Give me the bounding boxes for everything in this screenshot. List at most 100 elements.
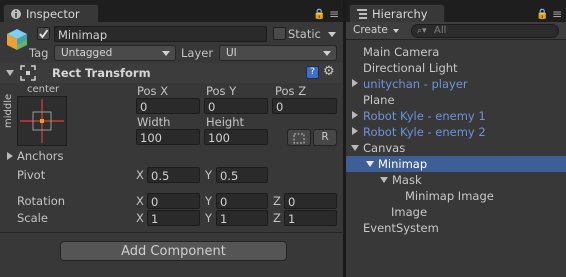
chevron-down-icon: [392, 29, 399, 33]
active-checkbox[interactable]: [37, 27, 50, 40]
rotation-y-label: Y: [205, 194, 213, 208]
tab-hierarchy-label: Hierarchy: [372, 7, 428, 21]
tab-hierarchy[interactable]: Hierarchy: [349, 4, 445, 22]
hierarchy-panel: Hierarchy 🔒 ≡ Create ⌕▾ All Main Camera …: [346, 0, 566, 277]
width-label: Width: [137, 115, 171, 129]
gear-icon[interactable]: ⚙: [323, 64, 335, 79]
scale-x-field[interactable]: 1: [147, 210, 200, 226]
height-label: Height: [206, 115, 245, 129]
tree-item-mask[interactable]: Mask: [346, 172, 566, 188]
scale-x-label: X: [136, 211, 144, 225]
height-field[interactable]: 100: [204, 129, 268, 145]
pos-z-field[interactable]: 0: [272, 98, 337, 114]
blueprint-mode-button[interactable]: [287, 129, 311, 146]
pivot-x-label: X: [136, 168, 144, 182]
component-title: Rect Transform: [52, 66, 151, 80]
inspector-panel: Inspector 🔒 ≡ Minimap Static Tag Untagge…: [0, 0, 343, 277]
pivot-y-field[interactable]: 0.5: [216, 167, 268, 183]
tab-inspector[interactable]: Inspector: [3, 4, 99, 22]
tree-item-image[interactable]: Image: [346, 204, 566, 220]
rect-transform-icon: [20, 65, 36, 81]
hierarchy-search-input[interactable]: ⌕▾ All: [411, 24, 559, 38]
rect-transform-header[interactable]: Rect Transform ? ⚙: [0, 63, 343, 83]
tree-item-robot-kyle-enemy-1[interactable]: Robot Kyle - enemy 1: [346, 108, 566, 124]
tree-item-robot-kyle-enemy-2[interactable]: Robot Kyle - enemy 2: [346, 124, 566, 140]
chevron-down-icon: [323, 51, 331, 56]
pos-z-label: Pos Z: [275, 84, 307, 98]
tree-item-directional-light[interactable]: Directional Light: [346, 60, 566, 76]
hierarchy-tabstrip: Hierarchy 🔒 ≡: [346, 0, 566, 22]
pos-y-field[interactable]: 0: [204, 98, 268, 114]
tree-item-label: Robot Kyle - enemy 2: [363, 125, 486, 139]
rotation-x-field[interactable]: 0: [147, 193, 200, 209]
tree-item-label: Image: [391, 205, 428, 219]
scale-z-field[interactable]: 1: [284, 210, 337, 226]
tree-item-label: unitychan - player: [363, 77, 468, 91]
tree-item-unitychan-player[interactable]: unitychan - player: [346, 76, 566, 92]
tag-value: Untagged: [61, 47, 113, 59]
foldout-arrow-icon[interactable]: [6, 70, 14, 76]
tag-dropdown[interactable]: Untagged: [54, 45, 176, 61]
tree-item-plane[interactable]: Plane: [346, 92, 566, 108]
tree-item-label: Main Camera: [363, 45, 440, 59]
tree-item-canvas[interactable]: Canvas: [346, 140, 566, 156]
rotation-y-field[interactable]: 0: [216, 193, 268, 209]
static-dropdown-arrow-icon[interactable]: [328, 32, 336, 37]
add-component-button[interactable]: Add Component: [60, 241, 287, 261]
collapse-arrow-icon[interactable]: [380, 177, 388, 183]
pivot-y-label: Y: [205, 168, 213, 182]
help-book-icon[interactable]: ?: [306, 66, 319, 79]
object-name-field[interactable]: Minimap: [54, 26, 267, 42]
tree-item-label: Mask: [392, 173, 422, 187]
anchor-preset-button[interactable]: [17, 96, 67, 146]
expand-arrow-icon[interactable]: [352, 79, 358, 87]
tree-item-label: Minimap Image: [405, 189, 494, 203]
create-label: Create: [353, 24, 388, 36]
static-label: Static: [288, 27, 321, 41]
rotation-label: Rotation: [17, 194, 66, 208]
tree-item-eventsystem[interactable]: EventSystem: [346, 220, 566, 236]
pos-y-label: Pos Y: [206, 84, 237, 98]
search-placeholder: All: [434, 25, 447, 36]
hierarchy-toolbar: Create ⌕▾ All: [346, 22, 566, 40]
chevron-down-icon: [162, 51, 170, 56]
tab-inspector-label: Inspector: [26, 7, 80, 21]
hierarchy-list-icon: [356, 8, 368, 20]
rotation-z-field[interactable]: 0: [284, 193, 337, 209]
rotation-x-label: X: [136, 194, 144, 208]
tree-item-label: Robot Kyle - enemy 1: [363, 109, 486, 123]
layer-value: UI: [226, 47, 237, 59]
collapse-arrow-icon[interactable]: [366, 161, 374, 167]
info-icon: [10, 8, 22, 20]
expand-arrow-icon[interactable]: [352, 127, 358, 135]
panel-menu-icon[interactable]: ≡: [329, 7, 340, 21]
layer-dropdown[interactable]: UI: [219, 45, 337, 61]
pos-x-field[interactable]: 0: [136, 98, 200, 114]
scale-label: Scale: [17, 211, 48, 225]
anchors-label[interactable]: Anchors: [17, 149, 64, 163]
tree-item-main-camera[interactable]: Main Camera: [346, 44, 566, 60]
pivot-x-field[interactable]: 0.5: [147, 167, 200, 183]
lock-icon[interactable]: 🔒: [536, 9, 549, 20]
create-dropdown[interactable]: Create: [349, 24, 404, 38]
width-field[interactable]: 100: [136, 129, 200, 145]
tag-label: Tag: [29, 46, 49, 60]
collapse-arrow-icon[interactable]: [351, 145, 359, 151]
pos-x-label: Pos X: [137, 84, 169, 98]
raw-edit-button[interactable]: R: [313, 129, 337, 146]
lock-icon[interactable]: 🔒: [313, 9, 326, 20]
expand-arrow-icon[interactable]: [352, 111, 358, 119]
anchor-preset-horizontal-label: center: [27, 84, 60, 95]
anchors-foldout-icon[interactable]: [7, 152, 13, 160]
anchor-preset-vertical-label: middle: [3, 93, 14, 128]
search-icon: ⌕▾: [417, 26, 427, 36]
static-checkbox[interactable]: [273, 27, 286, 40]
rotation-z-label: Z: [273, 194, 281, 208]
scale-y-field[interactable]: 1: [216, 210, 268, 226]
scale-z-label: Z: [273, 211, 281, 225]
tree-item-label: Minimap: [378, 157, 428, 171]
tree-item-label: Plane: [363, 93, 395, 107]
panel-menu-icon[interactable]: ≡: [552, 7, 563, 21]
tree-item-minimap-image[interactable]: Minimap Image: [346, 188, 566, 204]
tree-item-minimap[interactable]: Minimap: [346, 156, 566, 172]
